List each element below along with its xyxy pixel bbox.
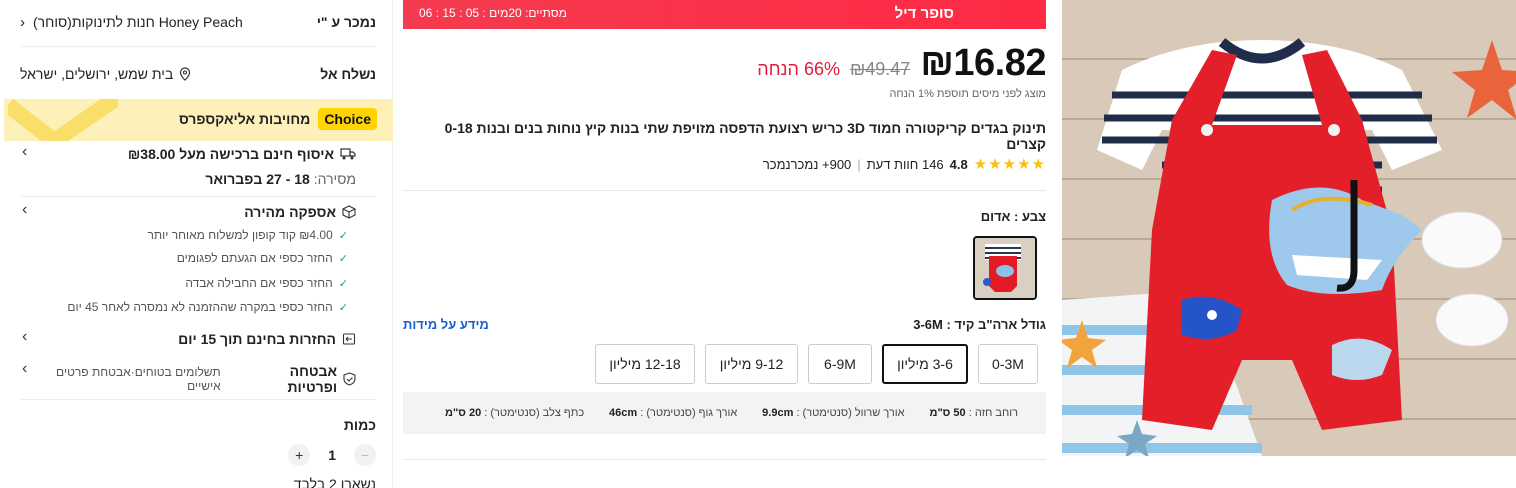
guarantee-item: ✓ החזר כספי במקרה שההזמנה לא נמסרה לאחר 4…	[67, 300, 348, 314]
choice-text: מחויבות אליאקספרס	[178, 111, 311, 127]
body-length: אורך גוף (סנטימטר) : 46cm	[609, 407, 738, 419]
security-note: תשלומים בטוחים·אבטחת פרטים אישיים	[56, 365, 221, 393]
location-text[interactable]: בית שמש, ירושלים, ישראל	[20, 66, 173, 82]
sleeve-length: אורך שרוול (סנטימטר) : 9.9cm	[762, 407, 905, 419]
size-options: 0-3M 3-6 מיליון 6-9M 9-12 מיליון 12-18 מ…	[595, 344, 1038, 384]
color-label: צבע : אדום	[980, 209, 1046, 224]
divider	[20, 399, 376, 400]
ship-to-location[interactable]: בית שמש, ירושלים, ישראל	[20, 66, 191, 82]
check-icon: ✓	[338, 301, 348, 314]
size-measurements: רוחב חזה : 50 ס"מ אורך שרוול (סנטימטר) :…	[403, 392, 1046, 434]
choice-banner: Choice מחויבות אליאקספרס	[4, 99, 393, 141]
chest-width: רוחב חזה : 50 ס"מ	[929, 407, 1018, 419]
super-deal-banner: סופר דיל מסתיים: 20מים : 05 : 15 : 06	[403, 0, 1046, 29]
review-count[interactable]: 146 חוות דעת	[867, 157, 944, 172]
rating-value: 4.8	[949, 156, 968, 172]
size-option[interactable]: 0-3M	[978, 344, 1038, 384]
product-info-panel: סופר דיל מסתיים: 20מים : 05 : 15 : 06 ₪1…	[403, 0, 1046, 488]
check-icon: ✓	[338, 229, 348, 242]
shoulder-width: כתף צלב (סנטימטר) : 20 ס"מ	[445, 407, 585, 419]
size-option-selected[interactable]: 3-6 מיליון	[882, 344, 968, 384]
seller-link[interactable]: Honey Peach חנות לתינוקות(סוחר) ‹	[20, 14, 243, 31]
divider	[20, 46, 376, 47]
delivery-value: 18 - 27 בפברואר	[205, 171, 310, 187]
guarantee-item: ✓ החזר כספי אם החבילה אבדה	[185, 276, 348, 290]
size-option[interactable]: 12-18 מיליון	[595, 344, 695, 384]
current-price: ₪16.82	[920, 42, 1046, 84]
ship-to-row[interactable]: נשלח אל בית שמש, ירושלים, ישראל	[20, 62, 376, 86]
seller-name[interactable]: Honey Peach חנות לתינוקות(סוחר)	[33, 14, 243, 30]
security-title: אבטחה ופרטיות	[287, 363, 338, 395]
chevron-left-icon[interactable]: ‹	[22, 143, 27, 161]
deal-title: סופר דיל	[894, 5, 954, 22]
location-pin-icon	[180, 67, 191, 81]
deal-countdown: מסתיים: 20מים : 05 : 15 : 06	[419, 6, 567, 20]
size-label: גודל ארה"ב קיד : 3-6M	[913, 317, 1046, 332]
star-rating-icon: ★★★★★	[973, 156, 1046, 173]
shipping-panel: נמכר ע "י Honey Peach חנות לתינוקות(סוחר…	[0, 0, 393, 488]
divider	[20, 196, 376, 197]
quantity-label: כמות	[343, 417, 376, 433]
size-option[interactable]: 6-9M	[808, 344, 872, 384]
chevron-left-icon[interactable]: ‹	[22, 328, 27, 346]
increment-button[interactable]: +	[288, 444, 311, 466]
quantity-value[interactable]: 1	[328, 447, 336, 463]
check-icon: ✓	[338, 252, 348, 265]
guarantee-item: ✓ החזר כספי אם הגעתם לפגומים	[176, 251, 348, 265]
price-row: ₪16.82 ₪49.47 66% הנחה	[757, 42, 1046, 85]
check-icon: ✓	[338, 277, 348, 290]
tax-note: מוצג לפני מיסים תוספת 1% הנחה	[889, 88, 1046, 100]
return-icon	[342, 333, 356, 345]
choice-badge: Choice	[318, 108, 377, 130]
product-main-image[interactable]	[1062, 0, 1516, 456]
color-swatch-red[interactable]	[973, 236, 1037, 300]
seller-label: נמכר ע "י	[316, 14, 376, 30]
stock-note: נשארו 2 בלבד	[293, 476, 376, 488]
free-returns-title: החזרות בחינם תוך 15 יום	[178, 331, 336, 347]
ship-to-label: נשלח אל	[320, 66, 376, 82]
quantity-stepper[interactable]: − 1 +	[288, 444, 376, 466]
separator: |	[857, 156, 861, 172]
fast-delivery-title: אספקה מהירה	[244, 204, 336, 220]
security-row[interactable]: אבטחה ופרטיות תשלומים בטוחים·אבטחת פרטים…	[20, 363, 356, 395]
chevron-left-icon[interactable]: ‹	[22, 201, 27, 219]
size-info-link[interactable]: מידע על מידות	[403, 317, 489, 332]
delivery-label: מסירה:	[313, 171, 356, 187]
decrement-button[interactable]: −	[354, 444, 376, 466]
divider	[403, 459, 1046, 460]
choice-decoration-icon	[8, 99, 118, 141]
free-pickup-title: איסוף חינם ברכישה מעל ₪38.00	[127, 146, 334, 162]
product-title: תינוק בגדים קריקטורה חמוד 3D כריש רצועת …	[444, 120, 1046, 152]
discount-percent: 66% הנחה	[757, 59, 840, 79]
size-option[interactable]: 9-12 מיליון	[705, 344, 798, 384]
guarantee-item: ✓ ₪4.00 קוד קופון למשלוח מאוחר יותר	[147, 228, 348, 242]
fast-delivery-row[interactable]: אספקה מהירה	[20, 204, 356, 220]
product-photo	[1062, 0, 1516, 456]
delivery-dates: מסירה: 18 - 27 בפברואר	[205, 171, 356, 187]
sold-count: 900+ נמכרנמכר	[762, 156, 852, 172]
chevron-left-icon[interactable]: ‹	[22, 360, 27, 378]
color-thumbnail-image	[975, 238, 1035, 298]
shield-icon	[343, 372, 356, 386]
box-icon	[342, 205, 356, 219]
free-returns-row[interactable]: החזרות בחינם תוך 15 יום	[20, 331, 356, 347]
free-pickup-row[interactable]: איסוף חינם ברכישה מעל ₪38.00	[20, 146, 356, 162]
divider	[403, 190, 1046, 191]
seller-row[interactable]: נמכר ע "י Honey Peach חנות לתינוקות(סוחר…	[20, 10, 376, 34]
rating-row[interactable]: ★★★★★ 4.8 146 חוות דעת | 900+ נמכרנמכר	[763, 155, 1046, 173]
chevron-left-icon[interactable]: ‹	[20, 14, 25, 31]
original-price: ₪49.47	[849, 59, 911, 79]
truck-icon	[340, 148, 356, 160]
